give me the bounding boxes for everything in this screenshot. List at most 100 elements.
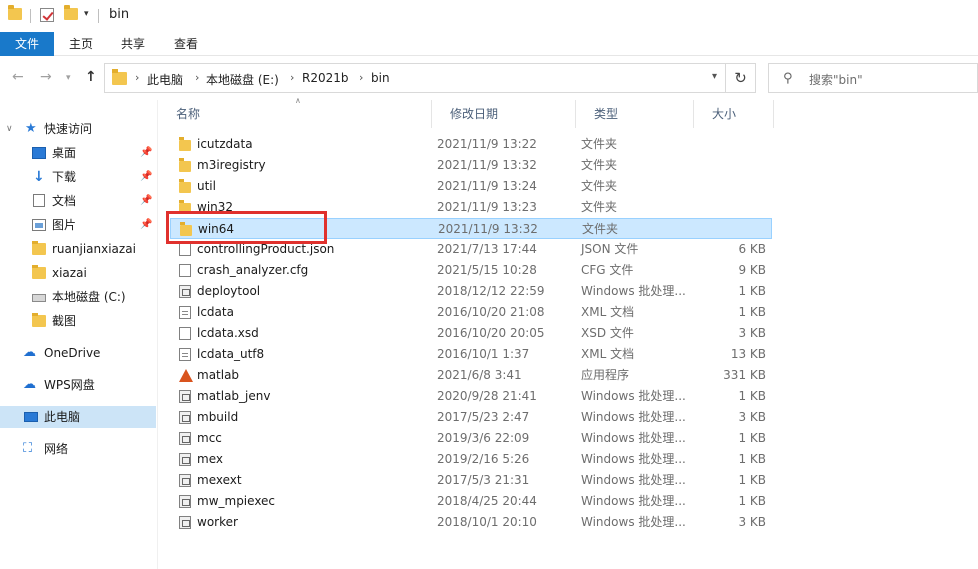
sidebar-item-wps-drive[interactable]: ☁ WPS网盘 <box>0 374 156 396</box>
folder-icon <box>179 137 191 151</box>
file-name: lcdata.xsd <box>197 326 259 340</box>
table-row[interactable]: crash_analyzer.cfg 2021/5/15 10:28 CFG 文件 9… <box>170 260 772 281</box>
properties-icon[interactable] <box>40 8 54 22</box>
table-row[interactable]: matlab 2021/6/8 3:41 应用程序 331 KB <box>170 365 772 386</box>
file-name: mbuild <box>197 410 239 424</box>
tab-home[interactable]: 主页 <box>58 32 104 56</box>
file-date: 2021/11/9 13:32 <box>438 222 538 236</box>
file-type: Windows 批处理... <box>581 431 686 445</box>
sidebar-item-network[interactable]: ⛶ 网络 <box>0 438 156 460</box>
chevron-down-icon[interactable]: ∨ <box>6 118 13 140</box>
pane-divider[interactable] <box>157 100 158 569</box>
table-row[interactable]: icutzdata 2021/11/9 13:22 文件夹 <box>170 134 772 155</box>
tab-file[interactable]: 文件 <box>0 32 54 56</box>
column-header-type[interactable]: 类型 <box>576 100 694 128</box>
new-folder-icon[interactable] <box>64 5 78 20</box>
column-header-date[interactable]: 修改日期 <box>432 100 576 128</box>
column-header-name[interactable]: 名称 <box>158 100 432 128</box>
tab-share[interactable]: 共享 <box>110 32 156 56</box>
file-name: matlab <box>197 368 240 382</box>
sidebar-item-label: OneDrive <box>44 346 101 360</box>
folder-icon <box>179 158 191 172</box>
table-row[interactable]: deploytool 2018/12/12 22:59 Windows 批处理...… <box>170 281 772 302</box>
recent-chevron-icon[interactable]: ▾ <box>66 73 71 83</box>
search-icon: ⚲ <box>783 71 793 86</box>
pin-icon: 📌 <box>140 219 153 230</box>
file-type: 文件夹 <box>581 179 618 193</box>
file-icon <box>179 243 191 256</box>
file-name: mexext <box>197 473 242 487</box>
search-placeholder[interactable]: 搜索"bin" <box>809 71 863 88</box>
file-size: 13 KB <box>730 347 766 361</box>
file-type: XML 文档 <box>581 305 635 319</box>
file-type: XSD 文件 <box>581 326 634 340</box>
column-header-label: 大小 <box>712 107 737 121</box>
address-bar[interactable]: › 此电脑 › 本地磁盘 (E:) › R2021b › bin ▾ <box>104 63 726 93</box>
table-row[interactable]: worker 2018/10/1 20:10 Windows 批处理... 3 KB <box>170 512 772 533</box>
sidebar-item-quick-access[interactable]: ∨ ★ 快速访问 <box>0 118 156 140</box>
picture-icon <box>32 219 46 231</box>
table-row[interactable]: mw_mpiexec 2018/4/25 20:44 Windows 批处理... 1… <box>170 491 772 512</box>
column-header-label: 修改日期 <box>450 107 499 121</box>
network-icon: ⛶ <box>23 441 33 456</box>
chevron-right-icon[interactable]: › <box>290 71 294 84</box>
file-date: 2021/7/13 17:44 <box>437 242 537 256</box>
chevron-down-icon[interactable]: ▾ <box>84 9 89 19</box>
sidebar-item-xiazai[interactable]: xiazai <box>0 262 156 284</box>
file-icon <box>179 327 191 340</box>
sidebar-item-this-pc[interactable]: 此电脑 <box>0 406 156 428</box>
table-row[interactable]: lcdata_utf8 2016/10/1 1:37 XML 文档 13 KB <box>170 344 772 365</box>
sidebar-item-onedrive[interactable]: ☁ OneDrive <box>0 342 156 364</box>
file-type: Windows 批处理... <box>581 410 686 424</box>
tab-view[interactable]: 查看 <box>163 32 209 56</box>
table-row[interactable]: lcdata 2016/10/20 21:08 XML 文档 1 KB <box>170 302 772 323</box>
breadcrumb-this-pc[interactable]: 此电脑 <box>147 71 183 88</box>
sidebar-item-label: xiazai <box>52 266 87 280</box>
column-header-label: 名称 <box>176 107 201 121</box>
batch-file-icon <box>179 285 191 298</box>
pin-icon: 📌 <box>140 171 153 182</box>
column-header-size[interactable]: 大小 <box>694 100 774 128</box>
sidebar-item-screenshots[interactable]: 截图 <box>0 310 156 332</box>
table-row[interactable]: mexext 2017/5/3 21:31 Windows 批处理... 1 KB <box>170 470 772 491</box>
folder-icon <box>179 179 191 193</box>
file-type: XML 文档 <box>581 347 635 361</box>
breadcrumb-r2021b[interactable]: R2021b <box>302 71 349 85</box>
search-box[interactable]: ⚲ 搜索"bin" <box>768 63 978 93</box>
back-arrow-icon[interactable]: ← <box>12 69 24 85</box>
sidebar-item-downloads[interactable]: ↓ 下载 📌 <box>0 166 156 188</box>
chevron-right-icon[interactable]: › <box>135 71 139 84</box>
file-date: 2019/2/16 5:26 <box>437 452 530 466</box>
refresh-button[interactable]: ↻ <box>726 63 756 93</box>
file-date: 2016/10/20 20:05 <box>437 326 545 340</box>
chevron-right-icon[interactable]: › <box>359 71 363 84</box>
breadcrumb-bin[interactable]: bin <box>371 71 390 85</box>
sidebar-item-pictures[interactable]: 图片 📌 <box>0 214 156 236</box>
matlab-icon <box>179 369 193 382</box>
chevron-down-icon[interactable]: ▾ <box>712 71 717 82</box>
table-row[interactable]: util 2021/11/9 13:24 文件夹 <box>170 176 772 197</box>
sidebar-item-ruanjianxiazai[interactable]: ruanjianxiazai <box>0 238 156 260</box>
table-row[interactable]: m3iregistry 2021/11/9 13:32 文件夹 <box>170 155 772 176</box>
breadcrumb-local-disk-e[interactable]: 本地磁盘 (E:) <box>206 71 279 88</box>
chevron-right-icon[interactable]: › <box>195 71 199 84</box>
title-bar: ▾ bin <box>0 0 978 32</box>
table-row[interactable]: mbuild 2017/5/23 2:47 Windows 批处理... 3 KB <box>170 407 772 428</box>
sidebar-item-documents[interactable]: 文档 📌 <box>0 190 156 212</box>
sidebar-item-label: 快速访问 <box>44 122 93 136</box>
up-arrow-icon[interactable]: ↑ <box>85 69 97 85</box>
forward-arrow-icon[interactable]: → <box>40 69 52 85</box>
folder-icon <box>112 69 127 85</box>
sidebar-item-local-disk-c[interactable]: 本地磁盘 (C:) <box>0 286 156 308</box>
table-row[interactable]: matlab_jenv 2020/9/28 21:41 Windows 批处理...… <box>170 386 772 407</box>
table-row[interactable]: lcdata.xsd 2016/10/20 20:05 XSD 文件 3 KB <box>170 323 772 344</box>
file-type: 文件夹 <box>581 158 618 172</box>
table-row[interactable]: mex 2019/2/16 5:26 Windows 批处理... 1 KB <box>170 449 772 470</box>
folder-icon <box>8 5 22 20</box>
table-row[interactable]: mcc 2019/3/6 22:09 Windows 批处理... 1 KB <box>170 428 772 449</box>
sidebar-item-desktop[interactable]: 桌面 📌 <box>0 142 156 164</box>
file-date: 2020/9/28 21:41 <box>437 389 537 403</box>
file-date: 2018/10/1 20:10 <box>437 515 537 529</box>
file-size: 3 KB <box>738 410 766 424</box>
batch-file-icon <box>179 390 191 403</box>
